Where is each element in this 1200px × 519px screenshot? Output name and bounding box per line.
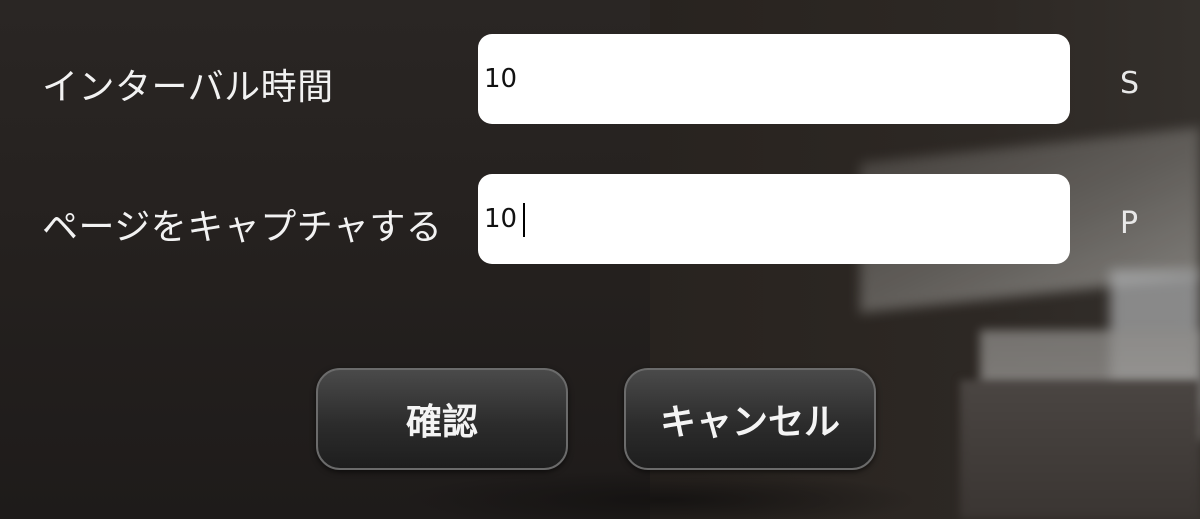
capture-settings-screen: インターバル時間 S ページをキャプチャする P 確認 キャンセル [0, 0, 1200, 519]
capture-pages-field[interactable] [478, 174, 1070, 264]
text-cursor [523, 203, 525, 237]
interval-time-input[interactable] [484, 64, 1064, 94]
cancel-button[interactable]: キャンセル [624, 368, 876, 470]
background-box-front [960, 380, 1200, 519]
confirm-button[interactable]: 確認 [316, 368, 568, 470]
capture-pages-label: ページをキャプチャする [42, 207, 443, 248]
interval-time-field[interactable] [478, 34, 1070, 124]
capture-pages-input[interactable] [484, 204, 1064, 234]
interval-time-label: インターバル時間 [42, 67, 334, 108]
background-shadow [400, 470, 920, 519]
interval-unit-seconds: S [1120, 66, 1140, 101]
pages-unit: P [1120, 206, 1139, 241]
